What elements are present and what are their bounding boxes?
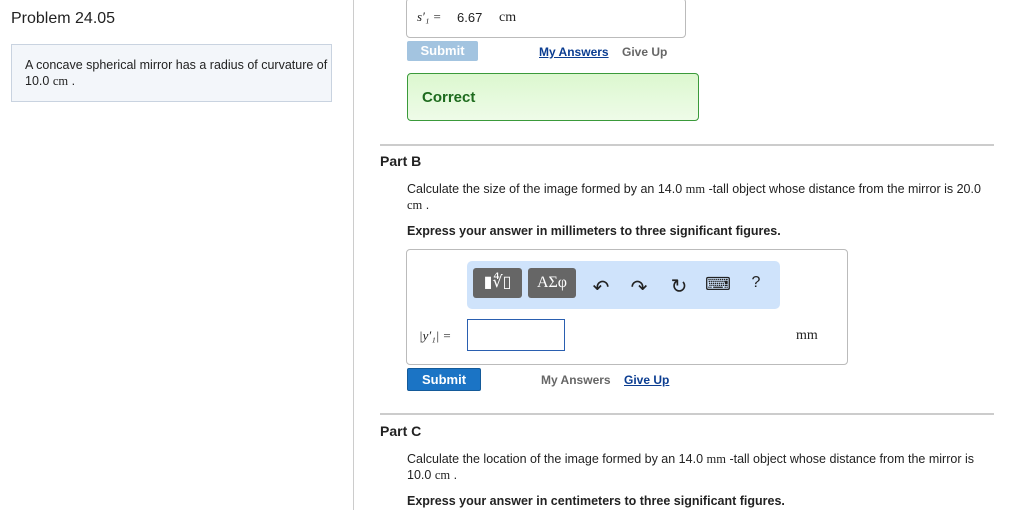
templates-button[interactable]: ▮∜▯ [473,268,522,298]
statement-text: A concave spherical mirror has a radius … [25,58,328,72]
statement-end: . [71,74,76,88]
divider [380,413,994,415]
q-text: Calculate the location of the image form… [407,452,704,466]
part-b-my-answers: My Answers [541,373,611,387]
part-c-instruction: Express your answer in centimeters to th… [407,494,785,508]
part-a-answer-box: s′₁ = 6.67 cm [406,0,686,38]
q-text: -tall object whose distance from the mir… [708,182,954,196]
q-unit: cm [434,468,451,482]
q-unit: mm [685,182,706,196]
part-c-title: Part C [380,423,422,439]
part-b-answer-input[interactable] [467,319,565,351]
q-text: . [425,198,430,212]
problem-title: Problem 24.05 [11,10,116,27]
problem-panel: Problem 24.05 A concave spherical mirror… [0,0,354,510]
part-a-submit-button[interactable]: Submit [407,41,478,61]
part-b-question: Calculate the size of the image formed b… [407,181,997,213]
part-b-unit: mm [796,328,818,343]
q-text: -tall object whose distance from the [729,452,926,466]
part-b-instruction: Express your answer in millimeters to th… [407,224,781,238]
q-text: . [453,468,458,482]
reset-icon[interactable]: ↻ [667,274,691,298]
part-a-unit: cm [499,10,517,25]
part-b-give-up-link[interactable]: Give Up [624,373,669,387]
feedback-text: Correct [422,89,476,106]
part-b-title: Part B [380,153,422,169]
help-icon[interactable]: ? [746,274,766,294]
keyboard-icon[interactable]: ⌨ [705,274,731,294]
q-unit: cm [407,198,423,212]
greek-symbols-button[interactable]: ΑΣφ [528,268,576,298]
math-toolbar: ▮∜▯ ΑΣφ ↶ ↷ ↻ ⌨ ? [467,261,780,309]
statement-unit: cm [52,74,69,88]
problem-statement: A concave spherical mirror has a radius … [11,44,332,102]
redo-icon[interactable]: ↷ [627,275,651,299]
statement-value: 10.0 [25,74,50,88]
part-a-value[interactable]: 6.67 [457,10,482,25]
divider [380,144,994,146]
part-a-variable: s′₁ = [417,9,442,24]
undo-icon[interactable]: ↶ [589,275,613,299]
part-b-answer-box: ▮∜▯ ΑΣφ ↶ ↷ ↻ ⌨ ? |y′₁| = mm [406,249,848,365]
part-c-question: Calculate the location of the image form… [407,451,977,483]
q-unit: mm [706,452,726,466]
q-text: Calculate the size of the image formed b… [407,182,683,196]
part-b-submit-button[interactable]: Submit [407,368,481,391]
q-text: 20.0 [956,182,981,196]
part-a-my-answers-link[interactable]: My Answers [539,45,609,59]
part-a-give-up: Give Up [622,45,668,59]
correct-feedback: Correct [407,73,699,121]
part-b-variable: |y′₁| = [419,328,452,343]
